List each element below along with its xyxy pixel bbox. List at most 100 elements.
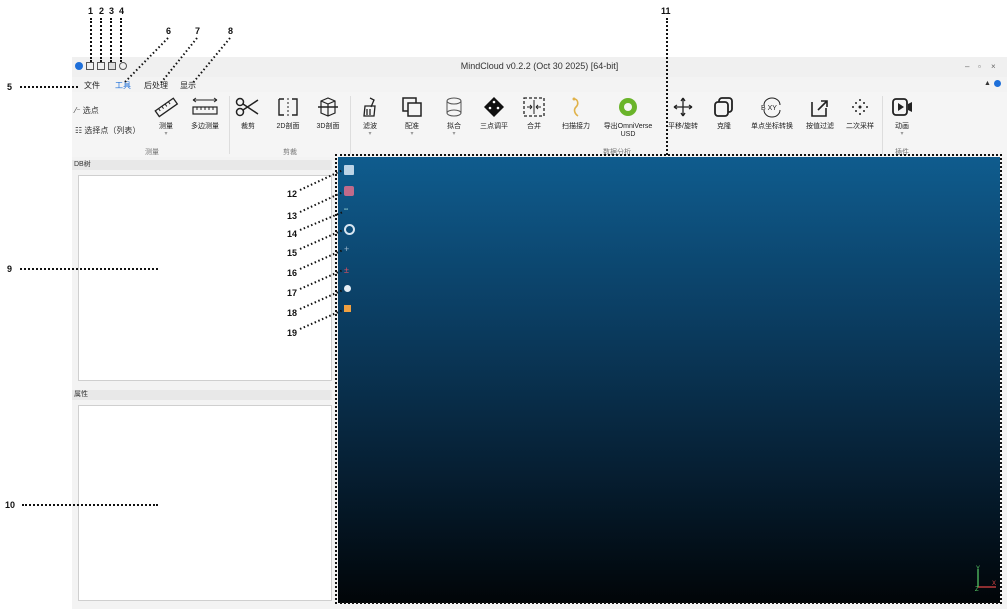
zoom-icon[interactable] [344,224,355,235]
register-icon [402,97,422,117]
group-measure-label: 测量 [145,149,159,156]
minimize-button[interactable]: – [965,62,969,71]
fit-cylinder-icon [446,97,462,117]
register-button[interactable]: 配准 ▾ [398,96,426,137]
clone-icon [714,97,733,117]
camera-icon[interactable] [344,186,354,196]
point-size-icon[interactable] [344,285,351,292]
leader-3 [110,18,112,62]
leader-9 [20,268,158,270]
section-3d-label: 3D剖面 [316,123,340,130]
scan-relay-icon [572,97,579,117]
callout-17: 17 [287,288,298,298]
filter-brush-icon [363,97,376,117]
section-3d-icon [318,97,338,117]
ribbon-toolbar: ⁄⁻ 选点 ☷ 选择点（列表） 测量 ▾ 多边测量 裁剪 2D剖面 3D剖面 滤波… [72,92,1007,157]
crop-label: 裁剪 [241,123,255,130]
crop-button[interactable]: 裁剪 [234,96,262,131]
callout-19: 19 [287,328,298,338]
help-icon[interactable] [994,80,1001,87]
svg-text:B XY: B XY [761,105,777,112]
callout-2: 2 [99,6,105,16]
callout-1: 1 [88,6,94,16]
multi-measure-label: 多边测量 [191,123,219,130]
multi-measure-icon [192,97,218,115]
filter-button[interactable]: 滤波 ▾ [356,96,384,137]
move-rotate-label: 平移/旋转 [668,123,698,130]
three-point-level-label: 三点调平 [480,123,508,130]
value-filter-button[interactable]: 按值过滤 [802,96,838,131]
close-button[interactable]: × [991,62,996,71]
perspective-icon[interactable]: ▫▫ [344,207,354,217]
menu-file[interactable]: 文件 [84,80,100,91]
fit-button[interactable]: 拟合 ▾ [440,96,468,137]
scan-relay-button[interactable]: 扫描接力 [558,96,594,131]
axis-z-label: Z [975,587,979,593]
export-omniverse-label: 导出OmniVerse [603,123,653,130]
pick-rotation-center-icon[interactable]: ± [344,265,354,275]
animation-icon [892,98,912,116]
axis-gizmo-icon: Y X Z [975,566,996,593]
three-point-level-button[interactable]: 三点调平 [476,96,512,131]
move-rotate-button[interactable]: 平移/旋转 [664,96,702,131]
value-filter-label: 按值过滤 [806,123,834,130]
callout-11: 11 [661,6,671,16]
callout-9: 9 [7,264,13,274]
callout-6: 6 [166,26,172,36]
ruler-icon [154,97,179,118]
callout-7: 7 [195,26,201,36]
viewport-screen-icon[interactable] [344,165,354,175]
collapse-ribbon-icon[interactable]: ▲ [984,80,991,87]
menu-display[interactable]: 显示 [180,80,196,91]
axis-y-label: Y [976,566,980,572]
menu-postprocess[interactable]: 后处理 [144,80,168,91]
coord-transform-label: 单点坐标转换 [751,123,793,130]
coord-transform-icon: B XY [761,97,781,118]
clone-label: 克隆 [717,123,731,130]
multi-measure-button[interactable]: 多边测量 [186,96,224,131]
ribbon-separator [882,96,883,154]
measure-button[interactable]: 测量 ▾ [152,96,180,137]
merge-icon [523,97,545,117]
filter-label: 滤波 [363,123,377,130]
callout-15: 15 [287,248,298,258]
group-clip-label: 剪裁 [283,149,297,156]
scissors-icon [235,97,259,117]
leader-5 [20,86,78,88]
callout-8: 8 [228,26,234,36]
measure-label: 测量 [159,123,173,130]
export-omniverse-label2: USD [620,131,636,138]
section-2d-label: 2D剖面 [276,123,300,130]
properties-panel[interactable] [78,405,332,601]
omniverse-icon [619,98,637,116]
callout-12: 12 [287,189,298,199]
subsample-button[interactable]: 二次采样 [842,96,878,131]
layer-toggle-icon[interactable] [344,305,351,312]
select-point-list-button[interactable]: ☷ 选择点（列表） [75,125,140,136]
section-2d-icon [278,98,298,116]
window-title: MindCloud v0.2.2 (Oct 30 2025) [64-bit] [460,61,619,71]
callout-4: 4 [119,6,125,16]
select-point-button[interactable]: ⁄⁻ 选点 [75,105,99,116]
center-plus-icon[interactable]: + [344,244,354,254]
leader-4 [120,18,122,62]
animation-button[interactable]: 动画 ▾ [888,96,916,137]
maximize-button[interactable]: ▫ [978,62,981,71]
section-3d-button[interactable]: 3D剖面 [312,96,344,131]
section-2d-button[interactable]: 2D剖面 [272,96,304,131]
merge-button[interactable]: 合并 [520,96,548,131]
export-omniverse-button[interactable]: 导出OmniVerse USD [598,96,658,138]
properties-title: 属性 [72,390,332,400]
ribbon-separator [350,96,351,154]
menu-bar: 文件 工具 后处理 显示 ▲ [72,77,1007,93]
db-tree-panel[interactable] [78,175,332,381]
callout-18: 18 [287,308,298,318]
coord-transform-button[interactable]: B XY 单点坐标转换 [746,96,798,131]
callout-5: 5 [7,82,13,92]
clone-button[interactable]: 克隆 [710,96,738,131]
register-label: 配准 [405,123,419,130]
callout-14: 14 [287,229,298,239]
callout-3: 3 [109,6,115,16]
axis-x-label: X [992,581,996,587]
scan-relay-label: 扫描接力 [562,123,590,130]
